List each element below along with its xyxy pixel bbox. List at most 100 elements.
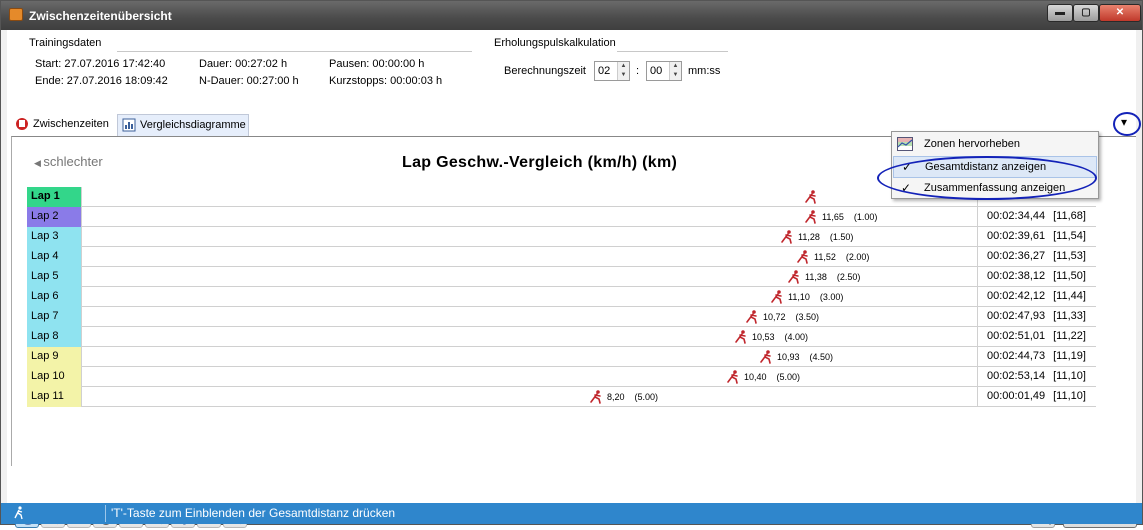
runner-icon: [746, 310, 757, 324]
lap-label: Lap 11: [27, 387, 82, 407]
minutes-stepper-arrows[interactable]: ▲ ▼: [617, 62, 629, 80]
lap-bar-area: 11,38 (2.50): [83, 267, 977, 287]
lap-row[interactable]: Lap 5 11,38 (2.50) 00:02:38,12 [11,50]: [27, 267, 1096, 287]
lap-speed-marker: 11,28 (1.50): [780, 230, 853, 244]
pauses: Pausen: 00:00:00 h: [329, 58, 425, 70]
lap-speed-label: 11,10: [788, 292, 810, 302]
tab-comparison-charts-label: Vergleichsdiagramme: [140, 119, 246, 131]
lap-time-cell: 00:00:01,49 [11,10]: [977, 387, 1096, 407]
lap-speed-label: 8,20: [607, 392, 625, 402]
lap-row[interactable]: Lap 2 11,65 (1.00) 00:02:34,44 [11,68]: [27, 207, 1096, 227]
lap-label: Lap 2: [27, 207, 82, 227]
lap-label: Lap 10: [27, 367, 82, 387]
zones-icon: [897, 137, 913, 151]
lap-avg-speed: [11,53]: [1053, 250, 1086, 262]
runner-icon: [590, 390, 601, 404]
lap-time-cell: 00:02:53,14 [11,10]: [977, 367, 1096, 387]
lap-time-cell: 00:02:38,12 [11,50]: [977, 267, 1096, 287]
lap-speed-label: 10,40: [744, 372, 767, 382]
lap-label: Lap 6: [27, 287, 82, 307]
seconds-stepper[interactable]: 00 ▲ ▼: [646, 61, 682, 81]
calc-time-label: Berechnungszeit: [504, 65, 586, 77]
lap-time-cell: 00:02:47,93 [11,33]: [977, 307, 1096, 327]
lap-bar-area: 10,40 (5.00): [83, 367, 977, 387]
lap-time: 00:02:36,27: [987, 250, 1046, 262]
lap-table: Lap 1 Lap 2 11,65 (1.00) 00:02:34,44 [11,68] L…: [27, 187, 1096, 407]
chart-title: Lap Geschw.-Vergleich (km/h) (km): [402, 154, 678, 171]
lap-row[interactable]: Lap 10 10,40 (5.00) 00:02:53,14 [11,10]: [27, 367, 1096, 387]
lap-km-label: (1.00): [853, 212, 878, 222]
annotation-oval-menu: [877, 156, 1097, 200]
lap-row[interactable]: Lap 11 8,20 (5.00) 00:00:01,49 [11,10]: [27, 387, 1096, 407]
maximize-button[interactable]: ▢: [1073, 4, 1099, 22]
status-bar: 'T'-Taste zum Einblenden der Gesamtdista…: [1, 503, 1142, 524]
lap-km-label: (3.50): [795, 312, 820, 322]
runner-icon: [788, 270, 799, 284]
minutes-stepper[interactable]: 02 ▲ ▼: [594, 61, 630, 81]
minimize-button[interactable]: ▬: [1047, 4, 1073, 22]
lap-time: 00:02:42,12: [987, 290, 1046, 302]
lap-speed-marker: 10,72 (3.50): [745, 310, 819, 324]
lap-time: 00:02:39,61: [987, 230, 1046, 242]
lap-bar-area: 8,20 (5.00): [83, 387, 977, 407]
lap-time: 00:00:01,49: [987, 390, 1046, 402]
end-time: Ende: 27.07.2016 18:09:42: [35, 75, 168, 87]
lap-speed-label: 11,38: [805, 272, 827, 282]
lap-speed-marker: 8,20 (5.00): [589, 390, 658, 404]
lap-km-label: (4.50): [809, 352, 834, 362]
app-window: Zwischenzeitenübersicht ▬ ▢ ✕ Trainingsd…: [0, 0, 1143, 528]
worse-nav-link[interactable]: ◀ schlechter: [34, 154, 103, 169]
lap-speed-marker: 11,38 (2.50): [787, 270, 860, 284]
close-button[interactable]: ✕: [1099, 4, 1141, 22]
lap-speed-label: 11,65: [822, 212, 844, 222]
lap-bar-area: 10,72 (3.50): [83, 307, 977, 327]
lap-icon: [16, 118, 28, 130]
tab-comparison-charts[interactable]: Vergleichsdiagramme: [117, 114, 249, 136]
recovery-group-divider: [617, 51, 728, 52]
lap-time-cell: 00:02:51,01 [11,22]: [977, 327, 1096, 347]
tab-lap-times[interactable]: Zwischenzeiten: [11, 114, 115, 136]
lap-speed-label: 10,53: [752, 332, 775, 342]
lap-speed-marker: [804, 190, 818, 204]
lap-bar-area: 10,93 (4.50): [83, 347, 977, 367]
lap-avg-speed: [11,19]: [1053, 350, 1086, 362]
time-separator: :: [636, 65, 640, 77]
chart-icon: [122, 118, 136, 132]
runner-icon: [771, 290, 782, 304]
menu-item-highlight-zones[interactable]: Zonen hervorheben: [893, 134, 1097, 156]
chevron-left-icon: ◀: [34, 158, 44, 168]
lap-speed-marker: 10,93 (4.50): [759, 350, 833, 364]
lap-row[interactable]: Lap 3 11,28 (1.50) 00:02:39,61 [11,54]: [27, 227, 1096, 247]
lap-speed-marker: 11,52 (2.00): [796, 250, 869, 264]
lap-km-label: (2.00): [845, 252, 870, 262]
lap-row[interactable]: Lap 6 11,10 (3.00) 00:02:42,12 [11,44]: [27, 287, 1096, 307]
lap-label: Lap 1: [27, 187, 82, 207]
lap-time-cell: 00:02:39,61 [11,54]: [977, 227, 1096, 247]
lap-time: 00:02:34,44: [987, 210, 1046, 222]
lap-row[interactable]: Lap 8 10,53 (4.00) 00:02:51,01 [11,22]: [27, 327, 1096, 347]
lap-avg-speed: [11,10]: [1053, 370, 1086, 382]
time-unit: mm:ss: [688, 65, 721, 77]
annotation-oval-dropdown: [1113, 112, 1141, 136]
lap-row[interactable]: Lap 4 11,52 (2.00) 00:02:36,27 [11,53]: [27, 247, 1096, 267]
status-separator: [105, 505, 106, 522]
lap-row[interactable]: Lap 7 10,72 (3.50) 00:02:47,93 [11,33]: [27, 307, 1096, 327]
lap-speed-label: 11,28: [798, 232, 820, 242]
seconds-value: 00: [650, 65, 663, 77]
lap-avg-speed: [11,33]: [1053, 310, 1086, 322]
lap-speed-label: 10,93: [777, 352, 800, 362]
start-time: Start: 27.07.2016 17:42:40: [35, 58, 166, 70]
runner-icon: [805, 190, 816, 204]
lap-time: 00:02:53,14: [987, 370, 1046, 382]
lap-bar-area: 11,28 (1.50): [83, 227, 977, 247]
lap-time-cell: 00:02:34,44 [11,68]: [977, 207, 1096, 227]
seconds-stepper-arrows[interactable]: ▲ ▼: [669, 62, 681, 80]
tab-lap-times-label: Zwischenzeiten: [33, 118, 109, 130]
lap-km-label: (5.00): [634, 392, 659, 402]
lap-label: Lap 3: [27, 227, 82, 247]
lap-row[interactable]: Lap 9 10,93 (4.50) 00:02:44,73 [11,19]: [27, 347, 1096, 367]
lap-time: 00:02:44,73: [987, 350, 1046, 362]
lap-label: Lap 4: [27, 247, 82, 267]
lap-speed-marker: 10,40 (5.00): [726, 370, 800, 384]
lap-avg-speed: [11,50]: [1053, 270, 1086, 282]
